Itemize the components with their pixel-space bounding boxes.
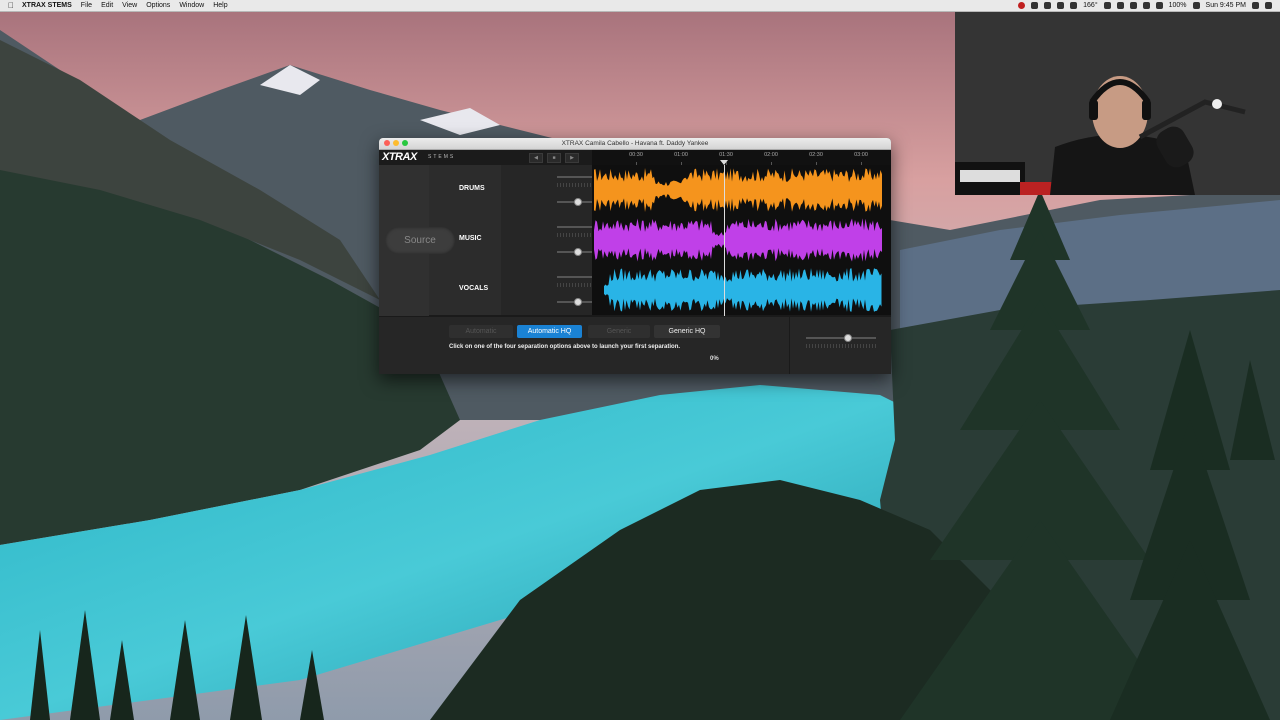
temperature-readout[interactable]: 166° [1083, 2, 1097, 9]
track-music: MUSIC S M [429, 215, 891, 266]
status-area: 166° 100% Sun 9:45 PM [1018, 0, 1272, 11]
play-icon[interactable]: ▶ [565, 153, 579, 163]
timeline-tick: 01:00 [674, 152, 688, 158]
pan-knob[interactable] [574, 298, 582, 306]
source-button[interactable]: Source [385, 227, 455, 254]
track-label-area: DRUMS [429, 165, 501, 215]
separation-panel: Automatic Automatic HQ Generic Generic H… [379, 316, 891, 374]
window-titlebar[interactable]: XTRAX Camila Cabello - Havana ft. Daddy … [379, 138, 891, 150]
waveform-path [604, 268, 882, 312]
master-level-meter [806, 344, 876, 348]
stop-icon[interactable]: ■ [547, 153, 561, 163]
maximize-window-icon[interactable] [402, 140, 408, 146]
rewind-icon[interactable]: ◀ [529, 153, 543, 163]
menu-bar:  XTRAX STEMS File Edit View Options Win… [0, 0, 1280, 12]
menu-view[interactable]: View [122, 2, 137, 9]
generic-hq-button[interactable]: Generic HQ [654, 325, 720, 338]
menu-file[interactable]: File [81, 2, 92, 9]
battery-icon[interactable] [1192, 2, 1200, 9]
waveform-path [594, 168, 882, 212]
status-icon[interactable] [1103, 2, 1111, 9]
waveform-music[interactable] [592, 215, 891, 265]
track-controls: S M [501, 165, 627, 215]
apple-icon[interactable]:  [0, 1, 22, 10]
automatic-hq-button[interactable]: Automatic HQ [517, 325, 582, 338]
pan-slider[interactable] [557, 298, 597, 306]
waveform-drums[interactable] [592, 165, 891, 215]
status-icon[interactable] [1129, 2, 1137, 9]
xtrax-window: XTRAX Camila Cabello - Havana ft. Daddy … [379, 138, 891, 374]
status-icon[interactable] [1116, 2, 1124, 9]
wifi-icon[interactable] [1142, 2, 1150, 9]
timeline-tick: 02:30 [809, 152, 823, 158]
battery-percentage[interactable]: 100% [1169, 2, 1187, 9]
waveform-path [594, 218, 882, 262]
master-fader-knob[interactable] [844, 334, 852, 342]
menu-options[interactable]: Options [146, 2, 170, 9]
separation-hint: Click on one of the four separation opti… [449, 344, 681, 350]
menu-app-name[interactable]: XTRAX STEMS [22, 2, 72, 9]
menu-edit[interactable]: Edit [101, 2, 113, 9]
timeline-ruler[interactable]: 00:30 01:00 01:30 02:00 02:30 03:00 [592, 150, 891, 165]
track-label-area: VOCALS [429, 265, 501, 315]
webcam-overlay [955, 12, 1280, 195]
track-name: DRUMS [459, 185, 485, 192]
track-drums: DRUMS S M [429, 165, 891, 216]
track-controls: S M [501, 265, 627, 315]
search-icon[interactable] [1252, 2, 1259, 9]
tracks-panel: DRUMS S M MUSIC S M [379, 165, 891, 316]
record-status-icon[interactable] [1018, 2, 1026, 9]
progress-percentage: 0% [710, 356, 719, 362]
playhead-line[interactable] [723, 165, 725, 316]
app-logo: XTRAX [382, 151, 417, 163]
generic-button[interactable]: Generic [588, 325, 650, 338]
track-name: MUSIC [459, 235, 482, 242]
track-name: VOCALS [459, 285, 489, 292]
status-icon[interactable] [1070, 2, 1078, 9]
notification-icon[interactable] [1265, 2, 1272, 9]
automatic-button[interactable]: Automatic [449, 325, 513, 338]
window-title: XTRAX Camila Cabello - Havana ft. Daddy … [561, 140, 709, 147]
status-icon[interactable] [1031, 2, 1039, 9]
pan-knob[interactable] [574, 198, 582, 206]
master-section [789, 317, 891, 374]
waveform-vocals[interactable] [592, 265, 891, 315]
app-logo-subtitle: STEMS [428, 154, 456, 160]
track-vocals: VOCALS S M [429, 265, 891, 316]
timeline-tick: 01:30 [719, 152, 733, 158]
pan-slider[interactable] [557, 248, 597, 256]
close-window-icon[interactable] [384, 140, 390, 146]
status-icon[interactable] [1057, 2, 1065, 9]
menu-help[interactable]: Help [213, 2, 227, 9]
menu-window[interactable]: Window [179, 2, 204, 9]
minimize-window-icon[interactable] [393, 140, 399, 146]
timeline-tick: 00:30 [629, 152, 643, 158]
master-volume-fader[interactable] [806, 334, 876, 342]
pan-knob[interactable] [574, 248, 582, 256]
menu-clock[interactable]: Sun 9:45 PM [1206, 2, 1246, 9]
app-header: XTRAX STEMS ◀ ■ ▶ 00:30 01:00 01:30 02:0… [379, 150, 891, 165]
status-icon[interactable] [1044, 2, 1052, 9]
timeline-tick: 02:00 [764, 152, 778, 158]
timeline-tick: 03:00 [854, 152, 868, 158]
pan-slider[interactable] [557, 198, 597, 206]
track-controls: S M [501, 215, 627, 265]
volume-icon[interactable] [1155, 2, 1163, 9]
